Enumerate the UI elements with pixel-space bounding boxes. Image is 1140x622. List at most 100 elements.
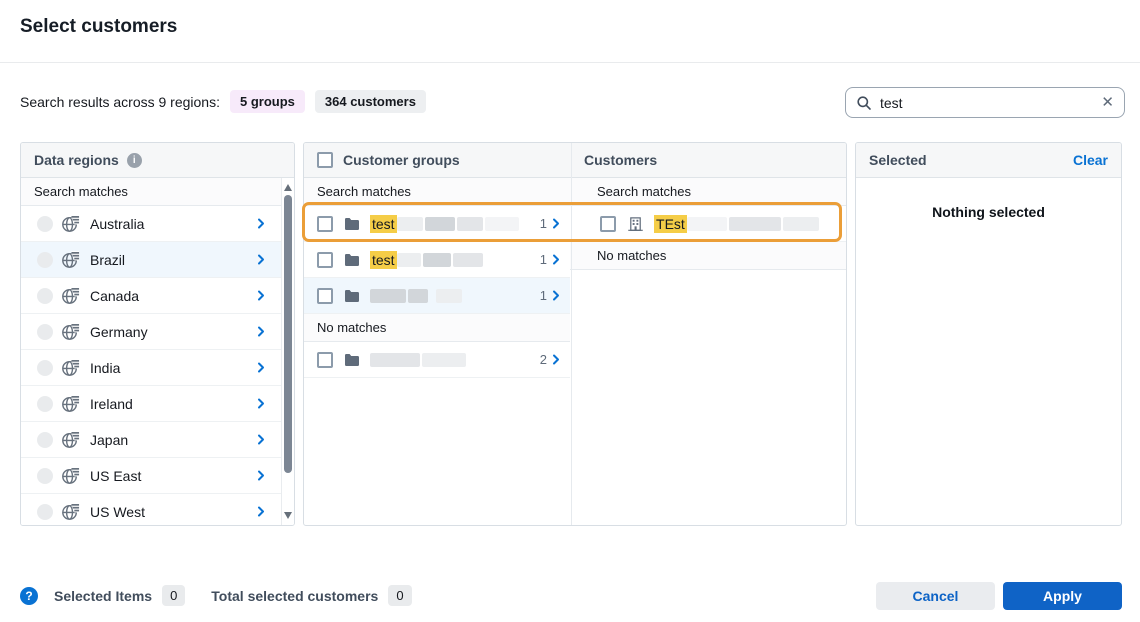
redacted-text — [370, 288, 406, 303]
region-globe-icon — [61, 358, 80, 377]
group-count: 1 — [539, 252, 548, 267]
customers-column: Search matches TEst No matches — [570, 178, 846, 525]
region-name: Japan — [90, 431, 129, 448]
region-radio[interactable] — [37, 395, 53, 412]
group-name-highlight: test — [370, 250, 397, 269]
apply-button[interactable]: Apply — [1003, 582, 1122, 610]
group-row[interactable]: test 1 — [304, 242, 571, 278]
customer-groups-column: Search matches test 1 test 1 1 No matche… — [304, 178, 571, 525]
group-row[interactable]: 1 — [304, 278, 571, 314]
select-all-groups-checkbox[interactable] — [317, 152, 333, 168]
redacted-text — [424, 216, 455, 231]
chevron-right-icon[interactable] — [257, 506, 265, 517]
group-checkbox[interactable] — [317, 287, 333, 304]
chevron-right-icon[interactable] — [552, 290, 560, 301]
redacted-text — [452, 252, 483, 267]
group-count: 1 — [539, 216, 548, 231]
redacted-text — [436, 288, 462, 303]
redacted-text — [422, 252, 451, 267]
scroll-down-arrow[interactable] — [284, 512, 292, 519]
selected-header: Selected Clear — [856, 143, 1121, 178]
chevron-right-icon[interactable] — [552, 218, 560, 229]
region-row-ireland[interactable]: Ireland — [21, 386, 281, 422]
help-icon[interactable]: ? — [20, 586, 38, 605]
region-radio[interactable] — [37, 503, 53, 520]
group-row[interactable]: 2 — [304, 342, 571, 378]
section-search-matches: Search matches — [21, 178, 281, 206]
chevron-right-icon[interactable] — [257, 254, 265, 265]
chevron-right-icon[interactable] — [257, 326, 265, 337]
chevron-right-icon[interactable] — [257, 434, 265, 445]
customers-title: Customers — [584, 152, 658, 168]
region-globe-icon — [61, 502, 80, 521]
region-row-us-west[interactable]: US West — [21, 494, 281, 525]
group-name: test — [370, 250, 540, 269]
redacted-text — [728, 216, 781, 231]
customer-checkbox[interactable] — [600, 215, 617, 232]
chevron-right-icon[interactable] — [257, 398, 265, 409]
region-row-australia[interactable]: Australia — [21, 206, 281, 242]
scroll-thumb[interactable] — [284, 195, 292, 473]
region-globe-icon — [61, 394, 80, 413]
group-row[interactable]: test 1 — [304, 206, 571, 242]
chevron-right-icon[interactable] — [552, 354, 560, 365]
folder-icon — [344, 253, 360, 267]
section-search-matches: Search matches — [304, 178, 571, 206]
redacted-text — [484, 216, 519, 231]
region-radio[interactable] — [37, 215, 53, 232]
region-name: US East — [90, 467, 142, 484]
region-radio[interactable] — [37, 431, 53, 448]
clear-button[interactable]: Clear — [1073, 152, 1108, 168]
scrollbar[interactable] — [281, 178, 294, 525]
region-radio[interactable] — [37, 359, 53, 376]
redacted-text — [422, 352, 466, 367]
region-radio[interactable] — [37, 287, 53, 304]
customers-count-badge: 364 customers — [314, 90, 426, 113]
region-radio[interactable] — [37, 323, 53, 340]
group-name: test — [370, 214, 540, 233]
group-checkbox[interactable] — [317, 215, 333, 232]
region-radio[interactable] — [37, 251, 53, 268]
region-row-india[interactable]: India — [21, 350, 281, 386]
cancel-button[interactable]: Cancel — [876, 582, 995, 610]
header-divider — [0, 62, 1140, 63]
region-row-us-east[interactable]: US East — [21, 458, 281, 494]
customer-row[interactable]: TEst — [570, 206, 846, 242]
region-globe-icon — [61, 250, 80, 269]
chevron-right-icon[interactable] — [257, 290, 265, 301]
group-name-highlight: test — [370, 214, 397, 233]
region-radio[interactable] — [37, 467, 53, 484]
search-input[interactable] — [880, 94, 1094, 111]
selected-items-count-badge: 0 — [162, 585, 186, 606]
scroll-up-arrow[interactable] — [284, 184, 292, 191]
group-checkbox[interactable] — [317, 251, 333, 268]
folder-icon — [344, 217, 360, 231]
region-name: Canada — [90, 287, 140, 304]
folder-icon — [344, 353, 360, 367]
redacted-text — [408, 288, 428, 303]
chevron-right-icon[interactable] — [552, 254, 560, 265]
chevron-right-icon[interactable] — [257, 218, 265, 229]
summary-label: Search results across 9 regions: — [20, 93, 220, 110]
region-globe-icon — [61, 430, 80, 449]
group-checkbox[interactable] — [317, 351, 333, 368]
region-name: Australia — [90, 215, 145, 232]
clear-search-icon[interactable]: ✕ — [1101, 95, 1114, 110]
search-results-summary: Search results across 9 regions: 5 group… — [20, 90, 426, 113]
search-box[interactable]: ✕ — [845, 87, 1125, 118]
column-divider — [571, 143, 572, 525]
page-title: Select customers — [20, 16, 178, 37]
info-icon[interactable]: i — [126, 152, 142, 168]
nothing-selected-text: Nothing selected — [932, 204, 1045, 220]
section-search-matches: Search matches — [570, 178, 846, 206]
redacted-text — [370, 352, 420, 367]
region-row-japan[interactable]: Japan — [21, 422, 281, 458]
chevron-right-icon[interactable] — [257, 362, 265, 373]
region-row-canada[interactable]: Canada — [21, 278, 281, 314]
region-row-brazil[interactable]: Brazil — [21, 242, 281, 278]
redacted-text — [686, 216, 727, 231]
chevron-right-icon[interactable] — [257, 470, 265, 481]
region-row-germany[interactable]: Germany — [21, 314, 281, 350]
redacted-text — [456, 216, 483, 231]
company-icon — [627, 216, 644, 232]
